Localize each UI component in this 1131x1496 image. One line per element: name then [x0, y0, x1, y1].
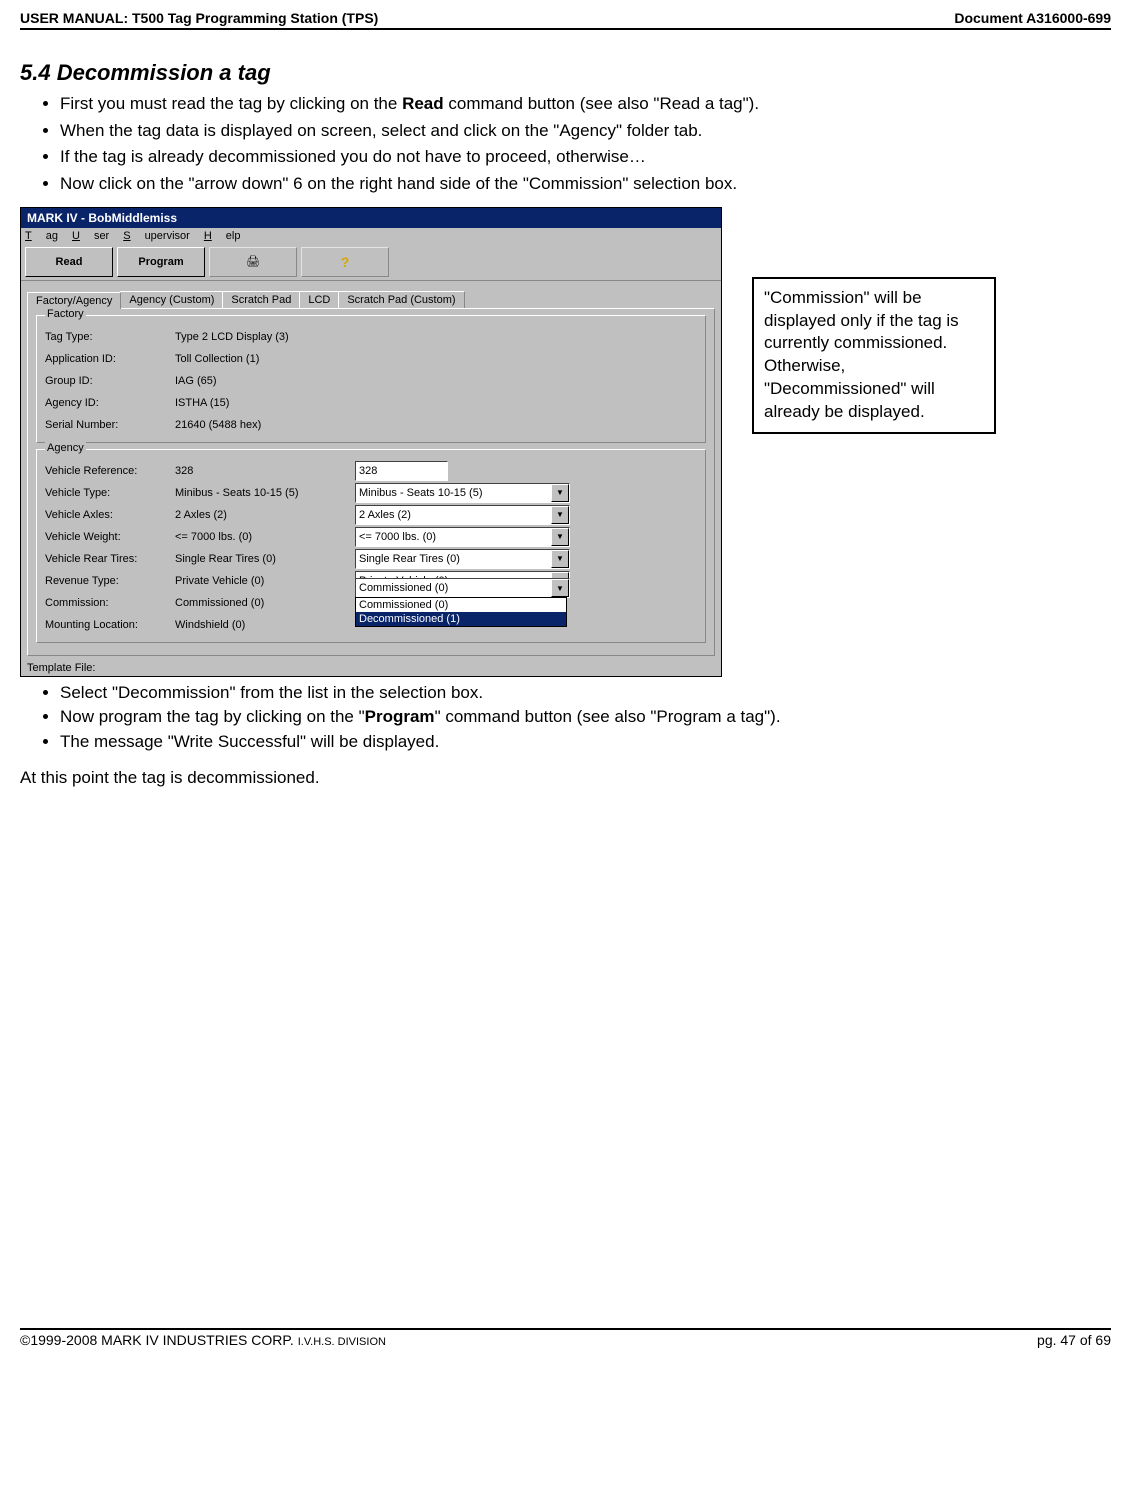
- template-file-label: Template File:: [21, 660, 721, 676]
- help-icon: ?: [341, 254, 350, 270]
- agency-row: Vehicle Rear Tires:Single Rear Tires (0)…: [45, 548, 697, 570]
- agency-row: Commission:Commissioned (0)Commissioned …: [45, 592, 697, 614]
- combo-option[interactable]: Decommissioned (1): [356, 612, 566, 626]
- chevron-down-icon[interactable]: ▼: [551, 506, 569, 524]
- agency-group: Agency Vehicle Reference:328328Vehicle T…: [36, 449, 706, 643]
- division-text: I.V.H.S. DIVISION: [298, 1336, 386, 1348]
- bullet-item: Now click on the "arrow down" 6 on the r…: [60, 172, 1111, 197]
- bullet-item: Select "Decommission" from the list in t…: [60, 681, 1111, 706]
- header-right: Document A316000-699: [954, 10, 1111, 26]
- field-value: Commissioned (0): [175, 597, 355, 609]
- field-value: Single Rear Tires (0): [175, 553, 355, 565]
- field-value: 21640 (5488 hex): [175, 419, 355, 431]
- field-value: 328: [175, 465, 355, 477]
- factory-group: Factory Tag Type:Type 2 LCD Display (3)A…: [36, 315, 706, 443]
- field-value: Toll Collection (1): [175, 353, 355, 365]
- field-value: ISTHA (15): [175, 397, 355, 409]
- field-label: Commission:: [45, 597, 175, 609]
- tab[interactable]: LCD: [299, 291, 339, 308]
- bullet-item: First you must read the tag by clicking …: [60, 92, 1111, 117]
- field-label: Group ID:: [45, 375, 175, 387]
- chevron-down-icon[interactable]: ▼: [551, 579, 569, 597]
- bullet-item: If the tag is already decommissioned you…: [60, 145, 1111, 170]
- combo-box[interactable]: <= 7000 lbs. (0)▼: [355, 527, 570, 547]
- tab[interactable]: Scratch Pad (Custom): [338, 291, 464, 308]
- field-value: IAG (65): [175, 375, 355, 387]
- bullet-item: When the tag data is displayed on screen…: [60, 119, 1111, 144]
- tab-strip: Factory/AgencyAgency (Custom)Scratch Pad…: [27, 291, 715, 308]
- intro-bullets: First you must read the tag by clicking …: [20, 92, 1111, 197]
- factory-row: Group ID:IAG (65): [45, 370, 697, 392]
- footer-left: ©1999-2008 MARK IV INDUSTRIES CORP. I.V.…: [20, 1332, 386, 1348]
- factory-row: Serial Number:21640 (5488 hex): [45, 414, 697, 436]
- text-input[interactable]: 328: [355, 461, 448, 481]
- window-titlebar: MARK IV - BobMiddlemiss: [21, 208, 721, 228]
- chevron-down-icon[interactable]: ▼: [551, 484, 569, 502]
- agency-legend: Agency: [45, 442, 86, 454]
- help-button[interactable]: ?: [301, 247, 389, 277]
- tab[interactable]: Scratch Pad: [222, 291, 300, 308]
- chevron-down-icon[interactable]: ▼: [551, 550, 569, 568]
- field-value: 2 Axles (2): [175, 509, 355, 521]
- combo-dropdown: Commissioned (0)Decommissioned (1): [355, 597, 567, 627]
- combo-box[interactable]: Single Rear Tires (0)▼: [355, 549, 570, 569]
- agency-row: Vehicle Weight:<= 7000 lbs. (0)<= 7000 l…: [45, 526, 697, 548]
- closing-sentence: At this point the tag is decommissioned.: [20, 768, 1111, 788]
- program-button[interactable]: Program: [117, 247, 205, 277]
- field-label: Vehicle Weight:: [45, 531, 175, 543]
- header-left: USER MANUAL: T500 Tag Programming Statio…: [20, 10, 378, 26]
- menubar: Tag User Supervisor Help: [21, 228, 721, 244]
- field-label: Vehicle Reference:: [45, 465, 175, 477]
- field-value: <= 7000 lbs. (0): [175, 531, 355, 543]
- field-label: Agency ID:: [45, 397, 175, 409]
- field-label: Vehicle Type:: [45, 487, 175, 499]
- copyright-text: ©1999-2008 MARK IV INDUSTRIES CORP.: [20, 1332, 298, 1348]
- followup-bullets: Select "Decommission" from the list in t…: [20, 681, 1111, 755]
- field-value: Type 2 LCD Display (3): [175, 331, 355, 343]
- combo-option[interactable]: Commissioned (0): [356, 598, 566, 612]
- section-heading: 5.4 Decommission a tag: [20, 60, 1111, 86]
- field-label: Application ID:: [45, 353, 175, 365]
- agency-row: Vehicle Axles:2 Axles (2)2 Axles (2)▼: [45, 504, 697, 526]
- menu-item[interactable]: Supervisor: [123, 230, 190, 242]
- print-button[interactable]: [209, 247, 297, 277]
- menu-item[interactable]: User: [72, 230, 109, 242]
- bullet-item: The message "Write Successful" will be d…: [60, 730, 1111, 755]
- page-number: pg. 47 of 69: [1037, 1332, 1111, 1348]
- field-label: Mounting Location:: [45, 619, 175, 631]
- agency-row: Vehicle Reference:328328: [45, 460, 697, 482]
- factory-legend: Factory: [45, 308, 86, 320]
- field-label: Vehicle Rear Tires:: [45, 553, 175, 565]
- chevron-down-icon[interactable]: ▼: [551, 528, 569, 546]
- field-value: Minibus - Seats 10-15 (5): [175, 487, 355, 499]
- callout-box: "Commission" will be displayed only if t…: [752, 277, 996, 435]
- toolbar: Read Program ?: [21, 244, 721, 281]
- app-window: MARK IV - BobMiddlemiss Tag User Superviso…: [20, 207, 722, 677]
- field-label: Revenue Type:: [45, 575, 175, 587]
- print-icon: [246, 255, 260, 268]
- commission-combo[interactable]: Commissioned (0)▼: [355, 578, 570, 598]
- factory-row: Agency ID:ISTHA (15): [45, 392, 697, 414]
- field-value: Windshield (0): [175, 619, 355, 631]
- menu-item[interactable]: Tag: [25, 230, 58, 242]
- field-label: Serial Number:: [45, 419, 175, 431]
- combo-box[interactable]: 2 Axles (2)▼: [355, 505, 570, 525]
- bullet-item: Now program the tag by clicking on the "…: [60, 705, 1111, 730]
- combo-box[interactable]: Minibus - Seats 10-15 (5)▼: [355, 483, 570, 503]
- factory-row: Tag Type:Type 2 LCD Display (3): [45, 326, 697, 348]
- tab[interactable]: Factory/Agency: [27, 292, 121, 309]
- menu-item[interactable]: Help: [204, 230, 241, 242]
- field-value: Private Vehicle (0): [175, 575, 355, 587]
- field-label: Tag Type:: [45, 331, 175, 343]
- field-label: Vehicle Axles:: [45, 509, 175, 521]
- agency-row: Vehicle Type:Minibus - Seats 10-15 (5)Mi…: [45, 482, 697, 504]
- factory-row: Application ID:Toll Collection (1): [45, 348, 697, 370]
- tab[interactable]: Agency (Custom): [120, 291, 223, 308]
- read-button[interactable]: Read: [25, 247, 113, 277]
